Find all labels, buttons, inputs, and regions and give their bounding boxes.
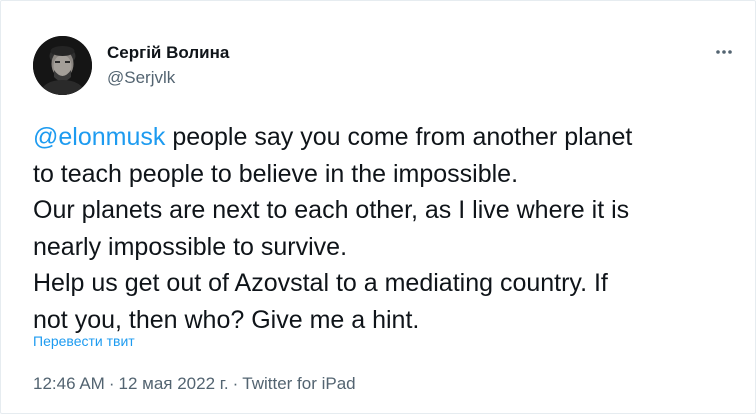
mention-link[interactable]: @elonmusk — [33, 123, 165, 151]
tweet-line-2: to teach people to believe in the imposs… — [33, 159, 519, 188]
tweet-metadata: 12:46 AM · 12 мая 2022 г. · Twitter for iPad — [33, 374, 356, 394]
author-handle[interactable]: @Serjvlk — [107, 68, 175, 88]
tweet-line-3: Our planets are next to each other, as I… — [33, 196, 630, 224]
avatar-photo-icon — [33, 36, 92, 95]
author-display-name[interactable]: Сергій Волина — [107, 43, 229, 63]
tweet-date[interactable]: 12 мая 2022 г. — [119, 374, 229, 393]
tweet-line-1-text: people say you come from another planet — [165, 123, 633, 151]
tweet-time[interactable]: 12:46 AM — [33, 374, 105, 393]
tweet-line-6: not you, then who? Give me a hint. — [33, 305, 420, 334]
avatar[interactable] — [33, 36, 92, 95]
meta-separator: · — [108, 374, 115, 393]
tweet-source[interactable]: Twitter for iPad — [242, 374, 355, 393]
translate-tweet-link[interactable]: Перевести твит — [33, 333, 135, 349]
more-options-button[interactable] — [709, 37, 739, 67]
tweet-line-5: Help us get out of Azovstal to a mediati… — [33, 269, 608, 297]
tweet-line-4: nearly impossible to survive. — [33, 232, 348, 261]
tweet-line-1: @elonmusk people say you come from anoth… — [33, 119, 733, 156]
meta-separator-2: · — [232, 374, 239, 393]
tweet-card: Сергій Волина @Serjvlk @elonmusk people … — [0, 0, 756, 414]
tweet-text: @elonmusk people say you come from anoth… — [33, 119, 733, 338]
more-horizontal-icon — [716, 50, 732, 54]
